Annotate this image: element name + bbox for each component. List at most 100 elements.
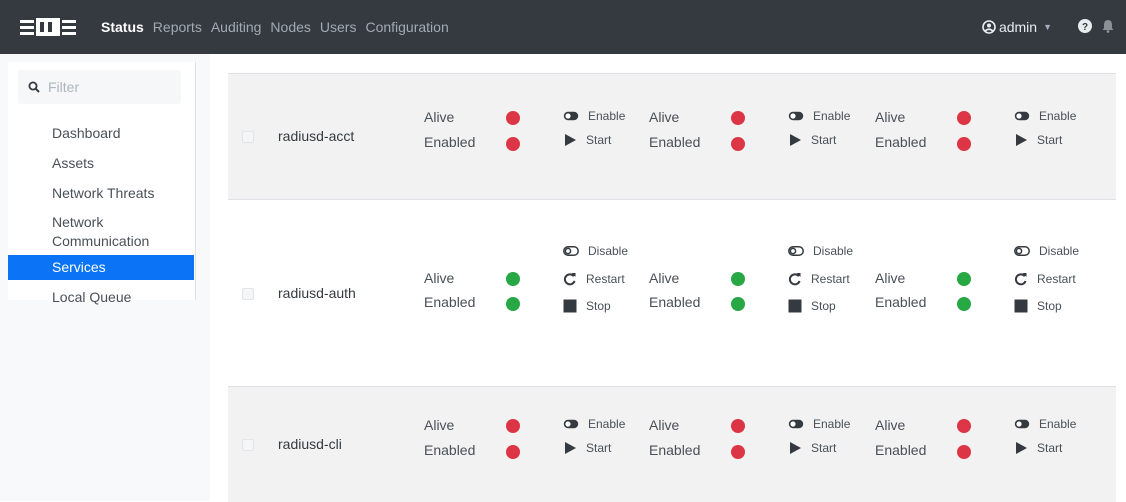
restart-button-label: Restart <box>1037 271 1076 286</box>
restart-icon <box>563 272 586 286</box>
play-icon <box>788 133 811 147</box>
toggle-on-icon <box>563 111 588 121</box>
sidebar-item-assets[interactable]: Assets <box>8 151 194 176</box>
restart-button-label: Restart <box>811 271 850 286</box>
enabled-status-dot <box>957 137 971 151</box>
stop-button-label: Stop <box>1037 298 1062 313</box>
service-row: radiusd-cli Alive Enabled Enable Start Alive E… <box>228 386 1116 502</box>
help-icon[interactable]: ? <box>1078 18 1092 36</box>
enable-button[interactable]: Enable <box>1014 109 1076 123</box>
service-name: radiusd-cli <box>278 436 342 452</box>
enable-button[interactable]: Enable <box>563 109 625 123</box>
disable-button-label: Disable <box>588 243 629 258</box>
alive-status-dot <box>506 111 520 125</box>
enabled-status-dot <box>506 445 520 459</box>
right-nav: admin ▼ ? <box>982 0 1114 54</box>
enable-button[interactable]: Enable <box>788 417 850 431</box>
start-button-label: Start <box>1037 133 1063 147</box>
start-button[interactable]: Start <box>788 441 836 455</box>
start-button[interactable]: Start <box>788 133 836 147</box>
disable-button[interactable]: Disable <box>788 244 853 258</box>
services-table: radiusd-acct Alive Enabled Enable Start Alive… <box>210 54 1126 502</box>
alive-label: Alive <box>424 269 455 286</box>
enable-button-label: Enable <box>588 109 626 123</box>
disable-button[interactable]: Disable <box>1014 244 1079 258</box>
alive-label: Alive <box>875 269 906 286</box>
restart-button[interactable]: Restart <box>1014 272 1076 286</box>
start-button[interactable]: Start <box>1014 133 1062 147</box>
toggle-on-icon <box>563 419 588 429</box>
alive-status-dot <box>731 419 745 433</box>
sidebar-item-services[interactable]: Services <box>8 255 194 280</box>
alive-label: Alive <box>424 109 455 125</box>
stop-button[interactable]: Stop <box>788 299 836 313</box>
filter-box[interactable] <box>18 70 181 104</box>
nav-configuration[interactable]: Configuration <box>365 19 448 35</box>
sidebar-item-network-communication[interactable]: Network Communication <box>8 210 194 251</box>
toggle-on-icon <box>788 111 813 121</box>
enabled-label: Enabled <box>875 134 927 150</box>
disable-button-label: Disable <box>813 243 854 258</box>
disable-button[interactable]: Disable <box>563 244 628 258</box>
nav-reports[interactable]: Reports <box>153 19 202 35</box>
row-checkbox[interactable] <box>242 439 254 451</box>
nav-status[interactable]: Status <box>101 19 144 35</box>
stop-button[interactable]: Stop <box>563 299 611 313</box>
enable-button[interactable]: Enable <box>1014 417 1076 431</box>
start-button-label: Start <box>811 441 837 455</box>
play-icon <box>788 441 811 455</box>
row-checkbox[interactable] <box>242 131 254 143</box>
row-checkbox[interactable] <box>242 287 254 300</box>
enable-button-label: Enable <box>813 109 851 123</box>
enable-button[interactable]: Enable <box>563 417 625 431</box>
toggle-off-icon <box>1014 245 1039 256</box>
restart-icon <box>1014 272 1037 286</box>
restart-button[interactable]: Restart <box>563 272 625 286</box>
toggle-on-icon <box>1014 111 1039 121</box>
start-button[interactable]: Start <box>563 133 611 147</box>
sidebar-item-network-threats[interactable]: Network Threats <box>8 181 194 206</box>
alive-label: Alive <box>649 417 680 433</box>
top-navbar: Status Reports Auditing Nodes Users Conf… <box>0 0 1126 54</box>
sidebar-item-dashboard[interactable]: Dashboard <box>8 121 194 146</box>
play-icon <box>1014 133 1037 147</box>
bell-icon[interactable] <box>1102 19 1114 36</box>
enabled-label: Enabled <box>424 442 476 458</box>
restart-button[interactable]: Restart <box>788 272 850 286</box>
enabled-label: Enabled <box>649 134 701 150</box>
stop-icon <box>563 299 586 313</box>
nav-nodes[interactable]: Nodes <box>270 19 310 35</box>
alive-label: Alive <box>649 109 680 125</box>
alive-label: Alive <box>649 269 680 286</box>
start-button[interactable]: Start <box>1014 441 1062 455</box>
stop-icon <box>788 299 811 313</box>
service-name: radiusd-acct <box>278 128 355 144</box>
enable-button-label: Enable <box>588 417 626 431</box>
enabled-label: Enabled <box>424 134 476 150</box>
alive-status-dot <box>506 271 520 286</box>
start-button[interactable]: Start <box>563 441 611 455</box>
sidebar: Dashboard Assets Network Threats Network… <box>0 54 210 501</box>
alive-label: Alive <box>424 417 455 433</box>
logo-icon[interactable] <box>18 14 78 40</box>
stop-button-label: Stop <box>586 298 611 313</box>
nav-users[interactable]: Users <box>320 19 357 35</box>
stop-button[interactable]: Stop <box>1014 299 1062 313</box>
sidebar-menu: Dashboard Assets Network Threats Network… <box>8 120 194 310</box>
stop-icon <box>1014 299 1037 313</box>
alive-status-dot <box>957 419 971 433</box>
enabled-label: Enabled <box>875 293 927 310</box>
caret-down-icon: ▼ <box>1043 22 1052 32</box>
service-name: radiusd-auth <box>278 284 356 301</box>
alive-label: Alive <box>875 417 906 433</box>
enable-button[interactable]: Enable <box>788 109 850 123</box>
sidebar-item-local-queue[interactable]: Local Queue <box>8 285 194 310</box>
enabled-status-dot <box>731 137 745 151</box>
enabled-label: Enabled <box>875 442 927 458</box>
enabled-label: Enabled <box>649 442 701 458</box>
filter-input[interactable] <box>48 79 168 95</box>
toggle-on-icon <box>788 419 813 429</box>
enabled-status-dot <box>506 296 520 311</box>
user-menu[interactable]: admin ▼ <box>982 19 1052 35</box>
nav-auditing[interactable]: Auditing <box>211 19 262 35</box>
